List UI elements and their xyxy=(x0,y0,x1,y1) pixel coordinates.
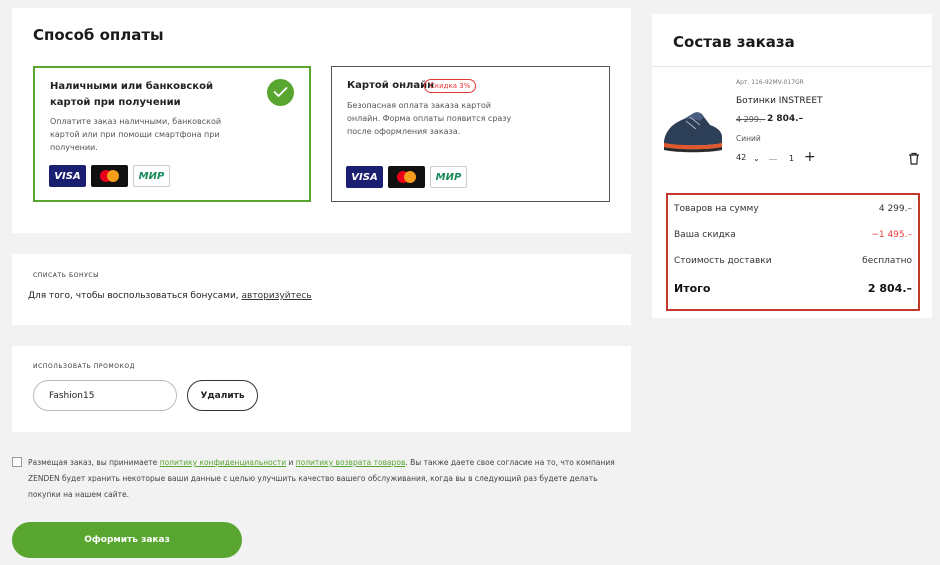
discount-badge: Скидка 3% xyxy=(424,79,477,93)
product-article: Арт. 116-92MV-017GR xyxy=(736,79,804,86)
goods-label: Товаров на сумму xyxy=(674,204,759,214)
mir-logo-icon: МИР xyxy=(430,166,467,188)
product-image xyxy=(664,112,722,153)
divider xyxy=(652,66,932,67)
privacy-policy-link[interactable]: политику конфиденциальности xyxy=(160,458,286,467)
login-link[interactable]: авторизуйтесь xyxy=(242,291,312,301)
total-value: 2 804.– xyxy=(867,282,912,295)
card-logos: VISA МИР xyxy=(49,165,170,187)
minus-icon[interactable] xyxy=(769,159,777,160)
order-title: Состав заказа xyxy=(673,33,795,51)
summary-delivery-row: Стоимость доставки бесплатно xyxy=(674,256,912,266)
total-label: Итого xyxy=(674,282,711,295)
quantity-value: 1 xyxy=(789,154,795,163)
card-logos: VISA МИР xyxy=(346,166,467,188)
check-icon xyxy=(267,79,294,106)
consent-text-part: Размещая заказ, вы принимаете xyxy=(28,458,160,467)
payment-option-description: Безопасная оплата заказа картой онлайн. … xyxy=(347,101,512,136)
payment-option-description: Оплатите заказ наличными, банковской кар… xyxy=(50,117,222,152)
chevron-down-icon[interactable]: ⌄ xyxy=(753,154,760,163)
order-panel: Состав заказа Арт. 116-92MV-017GR Ботинк… xyxy=(652,14,932,318)
payment-method-panel: Способ оплаты Наличными или банковской к… xyxy=(12,8,631,233)
size-select[interactable]: 42 xyxy=(736,153,746,162)
promo-panel: ИСПОЛЬЗОВАТЬ ПРОМОКОД Удалить xyxy=(12,346,631,432)
visa-logo-icon: VISA xyxy=(346,166,383,188)
product-name[interactable]: Ботинки INSTREET xyxy=(736,96,823,106)
goods-value: 4 299.– xyxy=(878,204,912,214)
bonus-label: СПИСАТЬ БОНУСЫ xyxy=(33,272,100,279)
new-price: 2 804.– xyxy=(767,114,804,124)
place-order-button[interactable]: Оформить заказ xyxy=(12,522,242,558)
mastercard-logo-icon xyxy=(388,166,425,188)
visa-logo-icon: VISA xyxy=(49,165,86,187)
delete-promo-button[interactable]: Удалить xyxy=(187,380,258,411)
payment-option-cash[interactable]: Наличными или банковской картой при полу… xyxy=(33,66,311,202)
return-policy-link[interactable]: политику возврата товаров xyxy=(296,458,406,467)
bonus-text: Для того, чтобы воспользоваться бонусами… xyxy=(28,291,312,301)
product-color: Синий xyxy=(736,134,761,143)
delivery-value: бесплатно xyxy=(862,256,912,266)
consent-text: Размещая заказ, вы принимаете политику к… xyxy=(28,455,632,503)
order-summary: Товаров на сумму 4 299.– Ваша скидка −1 … xyxy=(666,193,920,311)
mastercard-logo-icon xyxy=(91,165,128,187)
mir-logo-icon: МИР xyxy=(133,165,170,187)
delivery-label: Стоимость доставки xyxy=(674,256,772,266)
bonus-text-body: Для того, чтобы воспользоваться бонусами… xyxy=(28,291,242,301)
promo-label: ИСПОЛЬЗОВАТЬ ПРОМОКОД xyxy=(33,363,136,370)
payment-title: Способ оплаты xyxy=(33,26,164,44)
discount-value: −1 495.– xyxy=(871,230,912,240)
promo-code-input[interactable] xyxy=(33,380,177,411)
summary-discount-row: Ваша скидка −1 495.– xyxy=(674,230,912,240)
consent-checkbox[interactable] xyxy=(12,457,22,467)
bonus-panel: СПИСАТЬ БОНУСЫ Для того, чтобы воспользо… xyxy=(12,254,631,325)
payment-option-title: Картой онлайн xyxy=(347,80,435,91)
summary-total-row: Итого 2 804.– xyxy=(674,282,912,295)
payment-option-title: Наличными или банковской картой при полу… xyxy=(50,81,213,108)
plus-icon[interactable]: + xyxy=(804,149,816,165)
trash-icon[interactable] xyxy=(908,152,920,165)
old-price: 4 299.– xyxy=(736,115,766,124)
discount-label: Ваша скидка xyxy=(674,230,736,240)
summary-goods-row: Товаров на сумму 4 299.– xyxy=(674,204,912,214)
payment-option-online[interactable]: Картой онлайн Скидка 3% Безопасная оплат… xyxy=(331,66,610,202)
consent-text-part: и xyxy=(286,458,296,467)
